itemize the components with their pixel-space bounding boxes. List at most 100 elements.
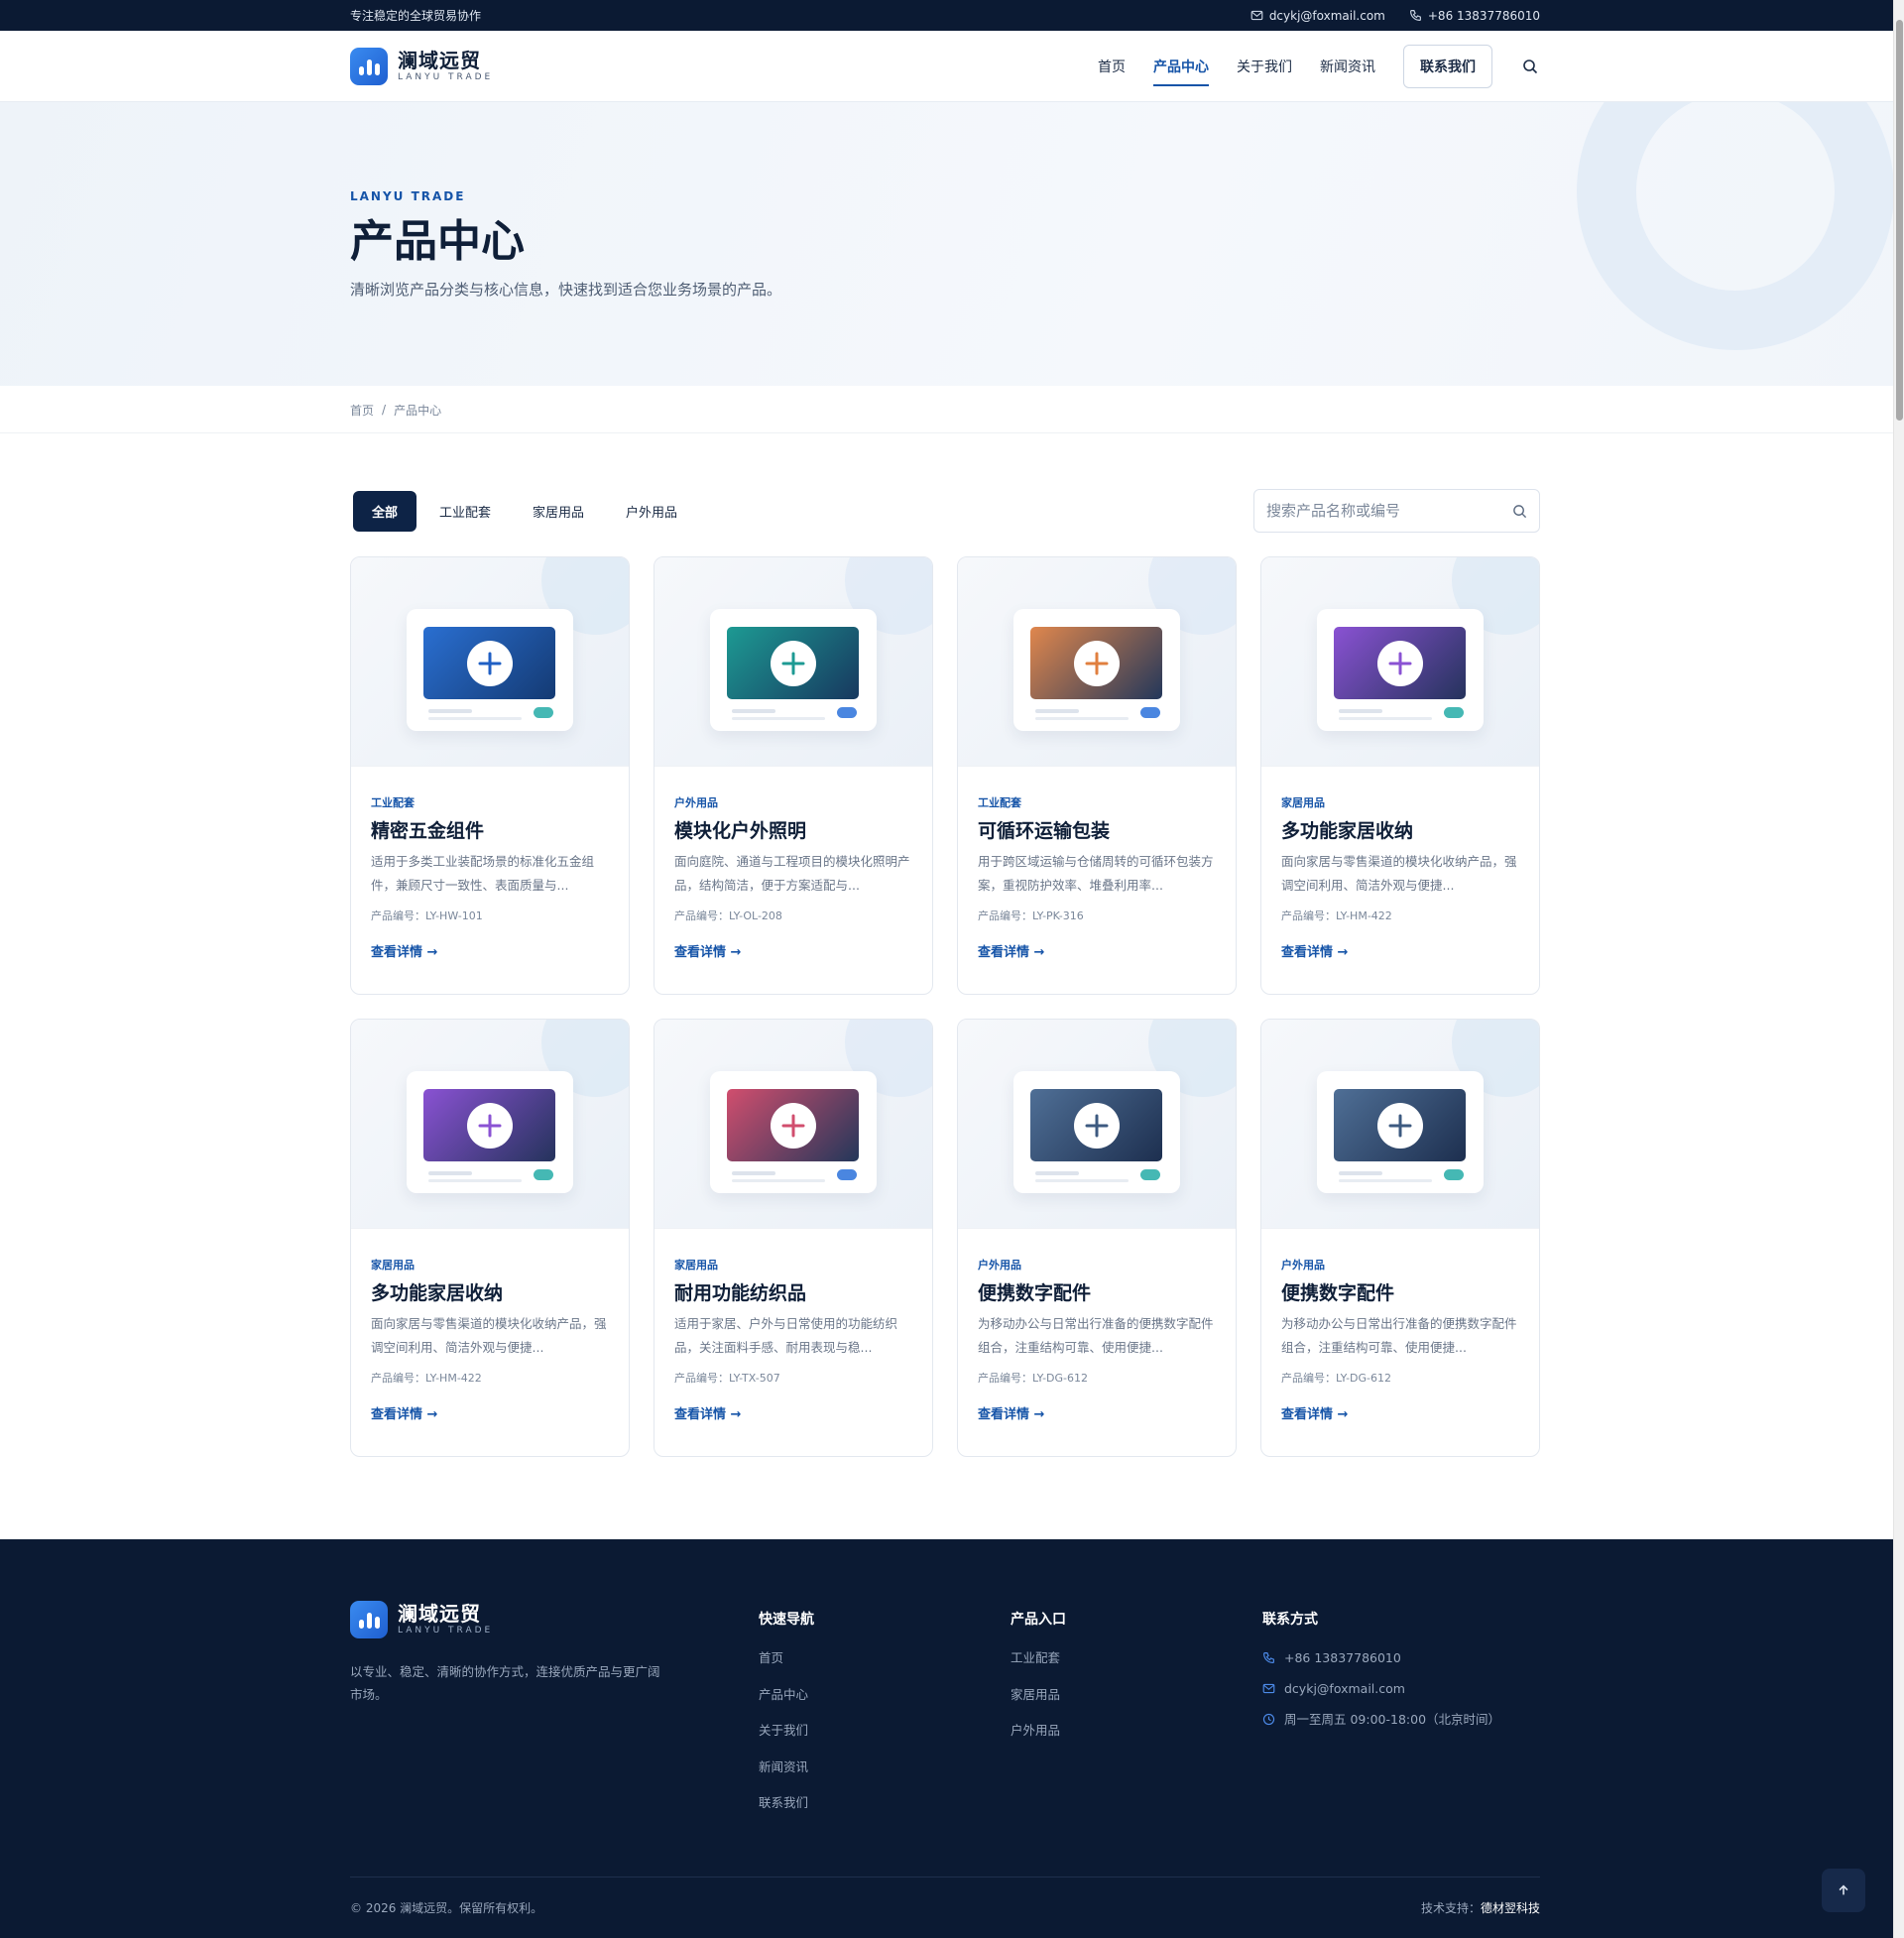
back-to-top-button[interactable] (1822, 1869, 1865, 1912)
search-icon[interactable] (1512, 504, 1527, 519)
plus-icon (1073, 1102, 1120, 1149)
view-details-link[interactable]: 查看详情 → (1281, 1403, 1519, 1422)
plus-icon (770, 1102, 816, 1149)
product-card[interactable]: 家居用品 多功能家居收纳 面向家居与零售渠道的模块化收纳产品，强调空间利用、简洁… (350, 1019, 630, 1457)
product-title[interactable]: 多功能家居收纳 (1281, 818, 1519, 844)
product-card[interactable]: 户外用品 便携数字配件 为移动办公与日常出行准备的便携数字配件组合，注重结构可靠… (957, 1019, 1237, 1457)
product-search-input[interactable] (1266, 502, 1494, 520)
product-illustration (407, 1071, 573, 1193)
product-card[interactable]: 户外用品 便携数字配件 为移动办公与日常出行准备的便携数字配件组合，注重结构可靠… (1260, 1019, 1540, 1457)
product-search (1253, 489, 1540, 533)
product-image[interactable] (351, 1020, 629, 1229)
breadcrumb-separator: / (382, 403, 387, 417)
product-section: 全部 工业配套 家居用品 户外用品 工业配套 精密五金 (350, 489, 1540, 1457)
product-screen (423, 1089, 555, 1161)
product-title[interactable]: 可循环运输包装 (978, 818, 1216, 844)
product-image[interactable] (958, 1020, 1236, 1229)
tab-all[interactable]: 全部 (353, 490, 417, 532)
product-screen (727, 627, 859, 699)
footer-link-contact[interactable]: 联系我们 (759, 1793, 1011, 1812)
contact-us-button[interactable]: 联系我们 (1403, 45, 1492, 88)
filter-row: 全部 工业配套 家居用品 户外用品 (350, 489, 1540, 533)
header-search-button[interactable] (1520, 57, 1540, 76)
nav-about[interactable]: 关于我们 (1237, 49, 1292, 84)
footer-link-industrial[interactable]: 工业配套 (1011, 1648, 1262, 1667)
tab-home[interactable]: 家居用品 (514, 491, 603, 532)
footer-brand: 澜域远贸 LANYU TRADE 以专业、稳定、清晰的协作方式，连接优质产品与更… (350, 1601, 759, 1830)
tab-industrial[interactable]: 工业配套 (420, 491, 510, 532)
site-header: 澜域远贸 LANYU TRADE 首页 产品中心 关于我们 新闻资讯 联系我们 (0, 31, 1904, 102)
product-image[interactable] (1261, 1020, 1539, 1229)
product-image[interactable] (958, 557, 1236, 767)
nav-news[interactable]: 新闻资讯 (1320, 49, 1375, 84)
view-details-link[interactable]: 查看详情 → (1281, 941, 1519, 960)
clock-icon (1262, 1713, 1275, 1726)
product-card[interactable]: 家居用品 耐用功能纺织品 适用于家居、户外与日常使用的功能纺织品，关注面料手感、… (654, 1019, 933, 1457)
product-card[interactable]: 家居用品 多功能家居收纳 面向家居与零售渠道的模块化收纳产品，强调空间利用、简洁… (1260, 556, 1540, 995)
view-details-link[interactable]: 查看详情 → (978, 1403, 1216, 1422)
page-title: 产品中心 (350, 216, 525, 267)
product-title[interactable]: 耐用功能纺织品 (674, 1280, 912, 1306)
site-logo[interactable]: 澜域远贸 LANYU TRADE (350, 48, 493, 85)
product-card[interactable]: 户外用品 模块化户外照明 面向庭院、通道与工程项目的模块化照明产品，结构简洁，便… (654, 556, 933, 995)
footer-link-home-goods[interactable]: 家居用品 (1011, 1685, 1262, 1704)
product-title[interactable]: 多功能家居收纳 (371, 1280, 609, 1306)
nav-products[interactable]: 产品中心 (1153, 49, 1209, 86)
product-image[interactable] (351, 557, 629, 767)
view-details-link[interactable]: 查看详情 → (371, 1403, 609, 1422)
product-description: 适用于多类工业装配场景的标准化五金组件，兼顾尺寸一致性、表面质量与... (371, 854, 595, 893)
top-email-text: dcykj@foxmail.com (1268, 8, 1385, 23)
product-screen (423, 627, 555, 699)
plus-icon (466, 640, 513, 686)
product-code: 产品编号：LY-HW-101 (371, 909, 483, 922)
product-grid: 工业配套 精密五金组件 适用于多类工业装配场景的标准化五金组件，兼顾尺寸一致性、… (350, 556, 1540, 1457)
footer-link-about[interactable]: 关于我们 (759, 1721, 1011, 1740)
product-title[interactable]: 便携数字配件 (1281, 1280, 1519, 1306)
top-phone[interactable]: +86 13837786010 (1409, 9, 1540, 23)
footer-email[interactable]: dcykj@foxmail.com (1262, 1679, 1514, 1698)
product-image[interactable] (654, 1020, 932, 1229)
footer-link-products[interactable]: 产品中心 (759, 1685, 1011, 1704)
view-details-link[interactable]: 查看详情 → (674, 941, 912, 960)
view-details-link[interactable]: 查看详情 → (978, 941, 1216, 960)
product-description: 为移动办公与日常出行准备的便携数字配件组合，注重结构可靠、使用便捷... (1281, 1316, 1517, 1355)
footer-link-home[interactable]: 首页 (759, 1648, 1011, 1667)
breadcrumb-home[interactable]: 首页 (350, 402, 374, 419)
footer-link-outdoor[interactable]: 户外用品 (1011, 1721, 1262, 1740)
logo-icon (350, 1601, 388, 1638)
page-scrollbar[interactable] (1893, 0, 1904, 1938)
tech-support-name[interactable]: 德材翌科技 (1481, 1901, 1540, 1915)
footer-logo[interactable]: 澜域远贸 LANYU TRADE (350, 1601, 759, 1638)
product-image[interactable] (654, 557, 932, 767)
scrollbar-thumb[interactable] (1896, 20, 1903, 421)
footer-products-title: 产品入口 (1011, 1612, 1066, 1628)
product-card[interactable]: 工业配套 精密五金组件 适用于多类工业装配场景的标准化五金组件，兼顾尺寸一致性、… (350, 556, 630, 995)
product-illustration (1013, 609, 1180, 731)
product-illustration (710, 1071, 877, 1193)
nav-home[interactable]: 首页 (1098, 49, 1126, 84)
tab-outdoor[interactable]: 户外用品 (607, 491, 696, 532)
product-title[interactable]: 精密五金组件 (371, 818, 609, 844)
top-email[interactable]: dcykj@foxmail.com (1250, 9, 1385, 23)
product-image[interactable] (1261, 557, 1539, 767)
view-details-link[interactable]: 查看详情 → (371, 941, 609, 960)
product-category: 户外用品 (674, 796, 718, 809)
breadcrumb: 首页 / 产品中心 (0, 386, 1904, 433)
plus-icon (1376, 1102, 1423, 1149)
view-details-link[interactable]: 查看详情 → (674, 1403, 912, 1422)
product-card[interactable]: 工业配套 可循环运输包装 用于跨区域运输与仓储周转的可循环包装方案，重视防护效率… (957, 556, 1237, 995)
product-title[interactable]: 模块化户外照明 (674, 818, 912, 844)
product-description: 用于跨区域运输与仓储周转的可循环包装方案，重视防护效率、堆叠利用率... (978, 854, 1214, 893)
category-tabs: 全部 工业配套 家居用品 户外用品 (350, 490, 696, 532)
search-icon (1523, 60, 1538, 74)
product-title[interactable]: 便携数字配件 (978, 1280, 1216, 1306)
footer-phone[interactable]: +86 13837786010 (1262, 1648, 1514, 1667)
product-code: 产品编号：LY-OL-208 (674, 909, 782, 922)
footer-brand-description: 以专业、稳定、清晰的协作方式，连接优质产品与更广阔市场。 (350, 1664, 660, 1702)
plus-icon (770, 640, 816, 686)
product-category: 工业配套 (978, 796, 1021, 809)
hero-decoration (1577, 102, 1894, 350)
footer-link-news[interactable]: 新闻资讯 (759, 1757, 1011, 1776)
top-bar: 专注稳定的全球贸易协作 dcykj@foxmail.com +86 138377… (0, 0, 1904, 31)
product-code: 产品编号：LY-DG-612 (978, 1372, 1089, 1385)
